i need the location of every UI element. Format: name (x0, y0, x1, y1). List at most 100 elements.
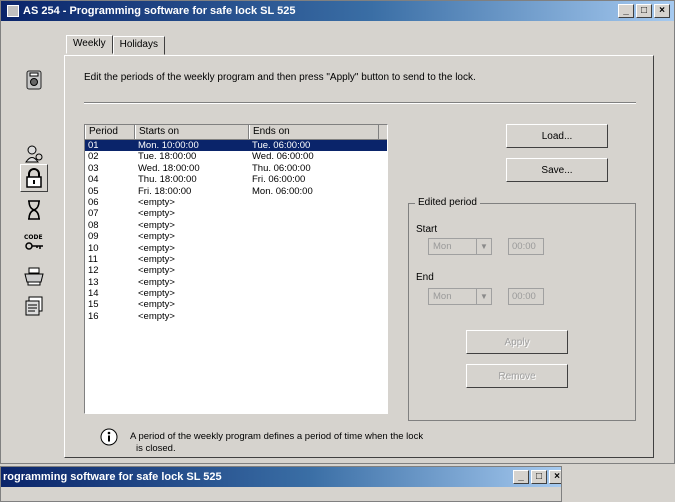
second-window: rogramming software for safe lock SL 525… (0, 466, 562, 502)
list-rows: 01 Mon. 10:00:00 Tue. 06:00:00 02 Tue. 18:00… (85, 140, 387, 322)
list-cell-period: 06 (88, 196, 99, 208)
list-cell-start: Mon. 10:00:00 (138, 140, 199, 151)
list-item[interactable]: 13 <empty> (85, 277, 387, 288)
list-cell-period: 04 (88, 174, 99, 186)
list-item[interactable]: 09 <empty> (85, 231, 387, 242)
end-day-value: Mon (433, 291, 452, 302)
minimize-button[interactable]: _ (618, 4, 634, 18)
list-cell-end: Thu. 06:00:00 (252, 162, 311, 174)
list-item[interactable]: 03 Wed. 18:00:00 Thu. 06:00:00 (85, 163, 387, 174)
list-cell-period: 12 (88, 265, 99, 277)
list-item[interactable]: 10 <empty> (85, 243, 387, 254)
column-header-period[interactable]: Period (85, 125, 135, 139)
window-title: AS 254 - Programming software for safe l… (23, 5, 296, 17)
list-cell-period: 14 (88, 288, 99, 300)
list-cell-start: <empty> (138, 265, 175, 277)
list-cell-end (249, 231, 379, 242)
second-window-title: rogramming software for safe lock SL 525 (3, 471, 222, 483)
maximize-button[interactable]: □ (636, 4, 652, 18)
second-title-bar[interactable]: rogramming software for safe lock SL 525 (1, 467, 561, 487)
list-item[interactable]: 01 Mon. 10:00:00 Tue. 06:00:00 (85, 140, 387, 152)
info-icon (100, 428, 118, 446)
hourglass-icon[interactable] (20, 196, 48, 224)
end-day-select[interactable]: Mon ▼ (428, 288, 492, 305)
save-button[interactable]: Save... (506, 158, 608, 182)
tab-holidays[interactable]: Holidays (112, 36, 165, 55)
list-cell-period: 15 (88, 299, 99, 311)
instruction-text: Edit the periods of the weekly program a… (84, 72, 476, 83)
list-cell-end (249, 243, 379, 254)
tab-weekly[interactable]: Weekly (66, 35, 113, 54)
list-cell-period: 05 (88, 185, 99, 197)
list-cell-period: 03 (88, 162, 99, 174)
code-key-icon[interactable]: CODE (20, 228, 48, 256)
svg-text:CODE: CODE (24, 234, 43, 241)
list-item[interactable]: 02 Tue. 18:00:00 Wed. 06:00:00 (85, 151, 387, 162)
list-item[interactable]: 07 <empty> (85, 208, 387, 219)
load-button[interactable]: Load... (506, 124, 608, 148)
chevron-down-icon[interactable]: ▼ (476, 239, 491, 254)
list-header: Period Starts on Ends on (85, 125, 387, 140)
second-minimize-button[interactable]: _ (513, 470, 529, 484)
list-cell-start: <empty> (138, 196, 175, 208)
title-bar[interactable]: AS 254 - Programming software for safe l… (1, 1, 674, 21)
list-item[interactable]: 05 Fri. 18:00:00 Mon. 06:00:00 (85, 186, 387, 197)
second-close-button[interactable]: × (549, 470, 561, 484)
list-cell-period: 13 (88, 276, 99, 288)
list-cell-period: 07 (88, 208, 99, 220)
app-icon (7, 5, 19, 17)
list-cell-period: 08 (88, 219, 99, 231)
column-header-starts-on[interactable]: Starts on (135, 125, 249, 139)
list-cell-period: 16 (88, 310, 99, 322)
second-maximize-button[interactable]: □ (531, 470, 547, 484)
end-time-field[interactable]: 00:00 (508, 288, 544, 305)
list-cell-start: Thu. 18:00:00 (138, 174, 197, 186)
list-cell-period: 09 (88, 231, 99, 243)
start-day-select[interactable]: Mon ▼ (428, 238, 492, 255)
period-list[interactable]: Period Starts on Ends on 01 Mon. 10:00:00… (84, 124, 388, 414)
list-cell-start: Wed. 18:00:00 (138, 162, 200, 174)
info-box (100, 428, 118, 446)
list-cell-end: Mon. 06:00:00 (252, 185, 313, 197)
list-cell-start: Fri. 18:00:00 (138, 185, 192, 197)
list-cell-end (249, 277, 379, 288)
list-cell-period: 11 (88, 253, 98, 265)
list-item[interactable]: 14 <empty> (85, 288, 387, 299)
divider (84, 102, 636, 104)
list-item[interactable]: 08 <empty> (85, 220, 387, 231)
apply-button[interactable]: Apply (466, 330, 568, 354)
start-time-field[interactable]: 00:00 (508, 238, 544, 255)
list-item[interactable]: 06 <empty> (85, 197, 387, 208)
list-cell-end: Wed. 06:00:00 (252, 151, 314, 163)
list-cell-period: 10 (88, 242, 99, 254)
list-cell-start: Tue. 18:00:00 (138, 151, 197, 163)
list-cell-end (249, 220, 379, 231)
list-cell-period: 02 (88, 151, 99, 163)
list-cell-start: <empty> (138, 288, 175, 300)
list-item[interactable]: 12 <empty> (85, 265, 387, 276)
remove-button[interactable]: Remove (466, 364, 568, 388)
edited-period-legend: Edited period (415, 197, 480, 208)
list-cell-end: Tue. 06:00:00 (252, 140, 311, 151)
list-cell-end (249, 288, 379, 299)
list-item[interactable]: 16 <empty> (85, 311, 387, 322)
padlock-icon[interactable] (20, 164, 48, 192)
printer-icon[interactable] (20, 262, 48, 290)
list-item[interactable]: 04 Thu. 18:00:00 Fri. 06:00:00 (85, 174, 387, 185)
list-item[interactable]: 15 <empty> (85, 299, 387, 310)
files-icon[interactable] (20, 292, 48, 320)
list-item[interactable]: 11 <empty> (85, 254, 387, 265)
list-cell-start: <empty> (138, 253, 175, 265)
list-cell-start: <empty> (138, 208, 175, 220)
info-text-line-1: A period of the weekly program defines a… (130, 431, 424, 442)
list-cell-start: <empty> (138, 219, 175, 231)
tab-strip: Weekly Holidays (66, 35, 165, 55)
close-button[interactable]: × (654, 4, 670, 18)
column-header-ends-on[interactable]: Ends on (249, 125, 379, 139)
safe-lock-icon[interactable] (20, 66, 48, 94)
chevron-down-icon[interactable]: ▼ (476, 289, 491, 304)
list-cell-start: <empty> (138, 231, 175, 243)
list-cell-end (249, 265, 379, 276)
list-cell-end (249, 254, 379, 265)
list-cell-start: <empty> (138, 276, 175, 288)
